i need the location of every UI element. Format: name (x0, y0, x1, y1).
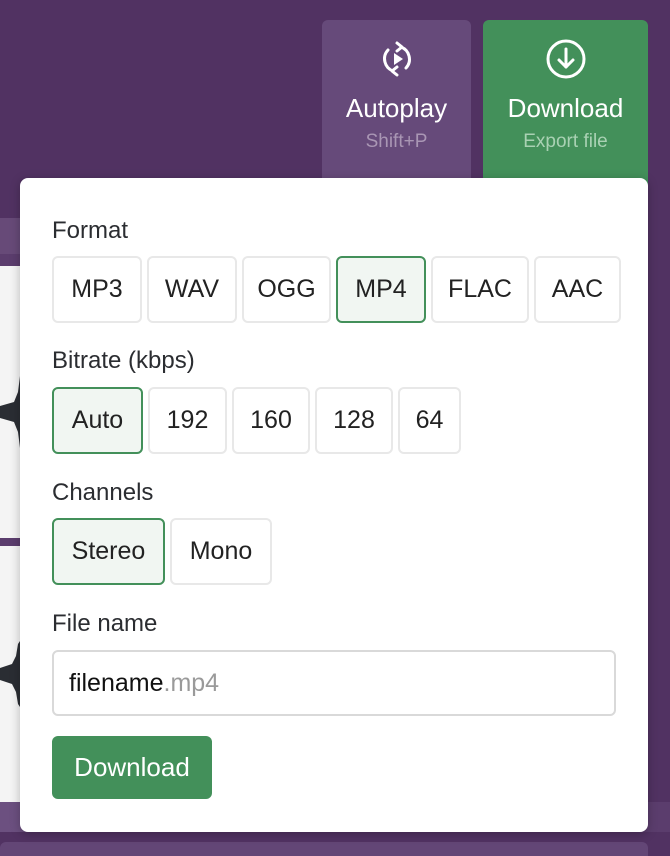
download-toolbar-button[interactable]: Download Export file (483, 20, 648, 190)
channels-option-stereo[interactable]: Stereo (52, 518, 165, 585)
download-popover: Format MP3 WAV OGG MP4 FLAC AAC Bitrate … (20, 178, 648, 832)
background-footer-panel (0, 842, 648, 856)
format-option-aac[interactable]: AAC (534, 256, 621, 323)
format-option-mp4[interactable]: MP4 (336, 256, 426, 323)
channels-options: Stereo Mono (52, 518, 272, 585)
format-option-wav[interactable]: WAV (147, 256, 237, 323)
download-circle-icon (546, 39, 585, 79)
waveform-1 (0, 372, 22, 452)
autoplay-loop-icon (382, 41, 411, 77)
file-extension: .mp4 (163, 668, 220, 697)
autoplay-shortcut: Shift+P (365, 131, 428, 152)
bitrate-option-128[interactable]: 128 (315, 387, 393, 454)
format-option-flac[interactable]: FLAC (431, 256, 529, 323)
bitrate-option-64[interactable]: 64 (398, 387, 461, 454)
file-name-value: filename (69, 668, 164, 697)
format-option-mp3[interactable]: MP3 (52, 256, 142, 323)
download-submit-button[interactable]: Download (52, 736, 212, 799)
bitrate-option-192[interactable]: 192 (148, 387, 227, 454)
file-name-input[interactable]: filename .mp4 (52, 650, 616, 716)
channels-option-mono[interactable]: Mono (170, 518, 272, 585)
bitrate-options: Auto 192 160 128 64 (52, 387, 461, 454)
waveform-2 (0, 638, 22, 710)
file-name-label: File name (52, 610, 158, 637)
download-toolbar-label: Download (507, 93, 624, 123)
autoplay-button[interactable]: Autoplay Shift+P (322, 20, 471, 190)
format-options: MP3 WAV OGG MP4 FLAC AAC (52, 256, 621, 323)
format-option-ogg[interactable]: OGG (242, 256, 331, 323)
bitrate-label: Bitrate (kbps) (52, 347, 195, 374)
autoplay-label: Autoplay (345, 93, 448, 123)
bitrate-option-160[interactable]: 160 (232, 387, 310, 454)
bitrate-option-auto[interactable]: Auto (52, 387, 143, 454)
download-toolbar-sublabel: Export file (523, 131, 608, 152)
format-label: Format (52, 217, 129, 244)
channels-label: Channels (52, 479, 154, 506)
